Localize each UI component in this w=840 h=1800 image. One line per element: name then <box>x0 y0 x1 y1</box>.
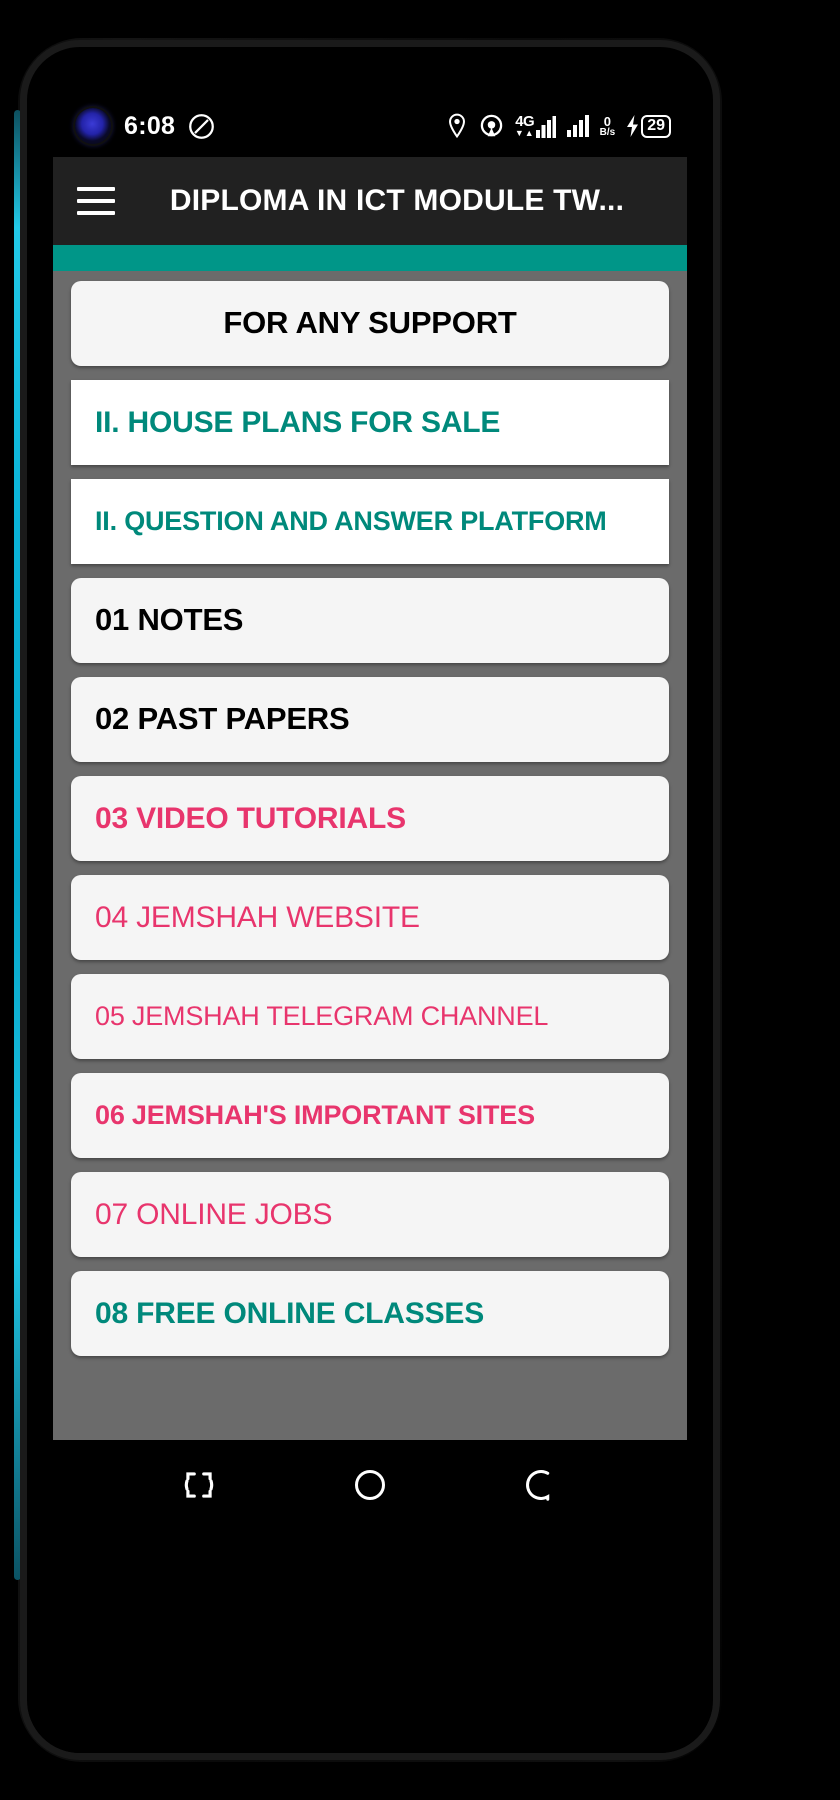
charging-bolt-icon <box>627 115 639 137</box>
phone-screen: 6:08 4G ▼▲ 0 B/s 29 DIPLOMA IN ICT MODUL… <box>53 95 687 1705</box>
list-item-label: 01 NOTES <box>95 602 244 638</box>
network-speed-value: 0 <box>603 113 612 129</box>
recents-icon[interactable] <box>168 1454 230 1516</box>
list-item-label: 06 JEMSHAH'S IMPORTANT SITES <box>95 1100 535 1131</box>
list-item-label: II. QUESTION AND ANSWER PLATFORM <box>95 506 607 537</box>
list-item[interactable]: 02 PAST PAPERS <box>71 677 669 762</box>
list-item-label: II. HOUSE PLANS FOR SALE <box>95 405 501 439</box>
location-pin-icon <box>446 113 468 139</box>
list-item[interactable]: 07 ONLINE JOBS <box>71 1172 669 1257</box>
menu-list[interactable]: FOR ANY SUPPORT II. HOUSE PLANS FOR SALE I… <box>53 271 687 1440</box>
home-circle-icon[interactable] <box>339 1454 401 1516</box>
list-item[interactable]: 05 JEMSHAH TELEGRAM CHANNEL <box>71 974 669 1059</box>
list-item[interactable]: 04 JEMSHAH WEBSITE <box>71 875 669 960</box>
do-not-disturb-icon <box>188 113 215 140</box>
phone-chin <box>27 1707 713 1753</box>
list-item-label: 07 ONLINE JOBS <box>95 1197 333 1231</box>
app-bar: DIPLOMA IN ICT MODULE TW... <box>53 157 687 245</box>
android-navigation-bar <box>53 1440 687 1530</box>
status-bar-right: 4G ▼▲ 0 B/s 29 <box>446 113 671 139</box>
hamburger-menu-icon[interactable] <box>77 177 125 225</box>
signal-bars-secondary-icon <box>566 115 589 137</box>
list-item[interactable]: 01 NOTES <box>71 578 669 663</box>
list-item[interactable]: II. QUESTION AND ANSWER PLATFORM <box>71 479 669 564</box>
list-item[interactable]: 08 FREE ONLINE CLASSES <box>71 1271 669 1356</box>
list-item[interactable]: 03 VIDEO TUTORIALS <box>71 776 669 861</box>
list-item-label: 05 JEMSHAH TELEGRAM CHANNEL <box>95 1001 549 1032</box>
list-item[interactable]: FOR ANY SUPPORT <box>71 281 669 366</box>
mobile-data-4g-icon: 4G ▼▲ <box>515 114 556 138</box>
list-item-label: 04 JEMSHAH WEBSITE <box>95 900 420 934</box>
status-clock: 6:08 <box>124 111 176 140</box>
list-item-label: 02 PAST PAPERS <box>95 701 350 737</box>
status-bar-left: 6:08 <box>75 108 215 144</box>
back-icon[interactable] <box>510 1454 572 1516</box>
phone-body: 6:08 4G ▼▲ 0 B/s 29 DIPLOMA IN ICT MODUL… <box>20 40 720 1760</box>
location-active-icon <box>479 114 504 139</box>
front-camera-punch-hole <box>75 108 111 144</box>
network-speed-indicator: 0 B/s <box>600 115 616 138</box>
signal-bars-icon <box>535 116 556 138</box>
accent-strip <box>53 245 687 271</box>
status-bar: 6:08 4G ▼▲ 0 B/s 29 <box>53 95 687 157</box>
list-item[interactable]: II. HOUSE PLANS FOR SALE <box>71 380 669 465</box>
list-item[interactable]: 06 JEMSHAH'S IMPORTANT SITES <box>71 1073 669 1158</box>
app-title: DIPLOMA IN ICT MODULE TW... <box>169 184 625 217</box>
list-item-label: 03 VIDEO TUTORIALS <box>95 801 406 835</box>
battery-percent-label: 29 <box>641 114 671 138</box>
battery-indicator: 29 <box>626 114 671 138</box>
list-item-label: 08 FREE ONLINE CLASSES <box>95 1296 485 1330</box>
network-type-label: 4G <box>515 113 535 130</box>
network-speed-unit: B/s <box>599 126 616 138</box>
list-item-label: FOR ANY SUPPORT <box>223 305 517 341</box>
